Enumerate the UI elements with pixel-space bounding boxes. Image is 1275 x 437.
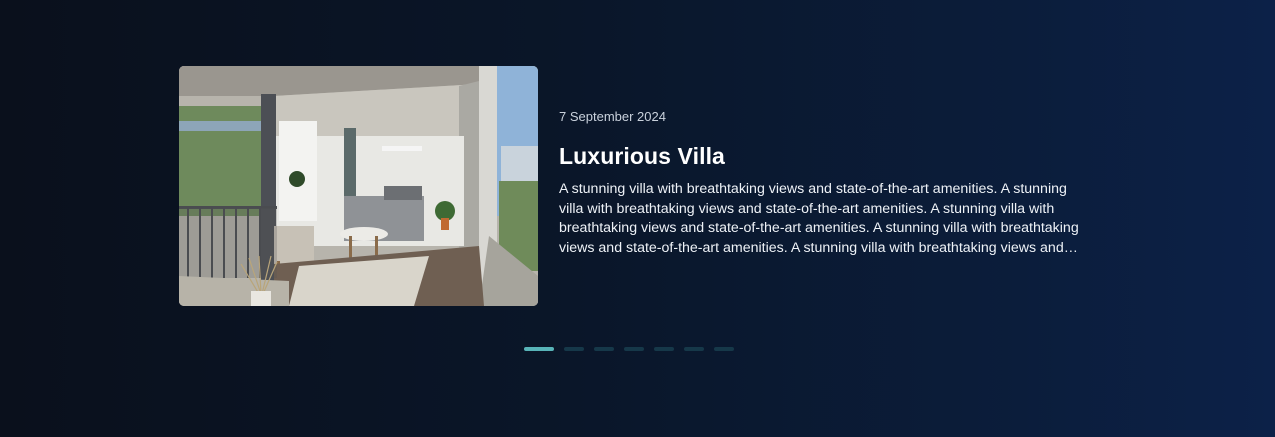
villa-photo	[179, 66, 538, 306]
pagination-dot-7[interactable]	[714, 347, 734, 351]
pagination-dot-2[interactable]	[564, 347, 584, 351]
pagination-dot-1[interactable]	[524, 347, 554, 351]
pagination-dot-5[interactable]	[654, 347, 674, 351]
carousel-slide[interactable]: 7 September 2024 Luxurious Villa A stunn…	[179, 66, 1079, 306]
slide-content: 7 September 2024 Luxurious Villa A stunn…	[559, 66, 1079, 258]
post-date: 7 September 2024	[559, 109, 666, 124]
carousel-pagination	[524, 347, 734, 351]
slide-description: A stunning villa with breathtaking views…	[559, 181, 1079, 256]
slide-title[interactable]: Luxurious Villa	[559, 142, 1079, 170]
pagination-dot-6[interactable]	[684, 347, 704, 351]
pagination-dot-4[interactable]	[624, 347, 644, 351]
pagination-dot-3[interactable]	[594, 347, 614, 351]
